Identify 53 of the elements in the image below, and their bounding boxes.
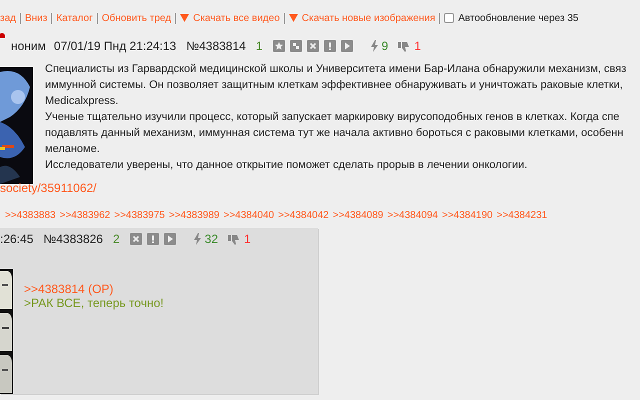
nav-link[interactable]: зад [0, 10, 16, 26]
like-count: 32 [204, 231, 218, 248]
nav-link[interactable]: Вниз [24, 10, 48, 26]
reply-link[interactable]: >>4384042 [278, 208, 329, 223]
reply-link[interactable]: >>4384094 [387, 208, 438, 223]
reply-link[interactable]: >>4383814 (OP) [24, 282, 164, 296]
triangle-down-icon [180, 14, 190, 22]
close-icon[interactable] [306, 40, 319, 52]
triangle-down-icon [288, 14, 298, 22]
dislike-count: 1 [244, 231, 251, 248]
post-number[interactable]: №4383826 [39, 230, 103, 248]
reply-link[interactable]: >>4383962 [60, 208, 110, 223]
thumbs-down-icon[interactable] [228, 234, 240, 244]
nav-link[interactable]: Скачать новые изображения [288, 10, 436, 26]
nav-link[interactable]: Скачать все видео [180, 10, 280, 26]
nav-link[interactable]: Каталог [56, 10, 93, 26]
post-date: 07/01/19 Пнд 21:24:13 [52, 38, 176, 55]
post-text-line: Специалисты из Гарвардской медицинской школы и Университета имени Бар-Илана обнаружили механизм, связ [45, 62, 626, 77]
dislike-count: 1 [414, 38, 421, 55]
post-text-line: Исследователи уверены, что данное открытие поможет сделать прорыв в лечении онкологии. [45, 158, 528, 173]
reply-link[interactable]: >>4383989 [168, 208, 220, 223]
lightning-icon[interactable] [370, 40, 378, 52]
post-link[interactable]: society/35911062/ [0, 181, 97, 195]
post-text-line: меланоме. [45, 142, 101, 157]
play-icon[interactable] [340, 40, 353, 52]
post-number[interactable]: №4383814 [182, 37, 246, 55]
lightning-icon[interactable] [194, 233, 201, 245]
post-index: 2 [112, 231, 120, 248]
reply-link[interactable]: >>4384040 [224, 208, 274, 223]
checkbox[interactable] [444, 13, 454, 23]
post-text-line: иммунной системы. Он позволяет защитным клеткам эффективнее обнаруживать и уничтожать раковые клетки, [45, 78, 624, 93]
checkbox-label: Автообновление через 35 [458, 12, 578, 26]
post-date: :26:45 [0, 231, 34, 248]
post-author: ноним [11, 38, 46, 55]
thumbs-down-icon[interactable] [398, 40, 410, 52]
post-text-line: Medicalxpress. [45, 94, 120, 109]
exclamation-icon[interactable] [146, 233, 159, 245]
squares-icon[interactable] [290, 40, 302, 52]
quote-text: >РАК ВСЕ, теперь точно! [24, 296, 164, 310]
close-icon[interactable] [130, 233, 142, 245]
reply-link[interactable]: >>4384190 [442, 208, 493, 223]
nav-link[interactable]: Обновить тред [102, 10, 172, 26]
exclamation-icon[interactable] [324, 40, 336, 52]
star-icon[interactable] [272, 40, 285, 52]
reply-link[interactable]: >>4384231 [496, 208, 548, 223]
post-index: 1 [254, 38, 263, 55]
reply-link[interactable]: >>4383975 [114, 208, 165, 223]
play-icon[interactable] [164, 233, 176, 245]
reply-link[interactable]: >>4384089 [332, 208, 384, 223]
reply-link[interactable]: >>4383883 [5, 208, 56, 223]
post-text-line: Ученые тщательно изучили процесс, который запускает маркировку вирусоподобных генов в клетках. Когда спе [45, 110, 620, 125]
post-text-line: подавлять данный механизм, иммунная система тут же начала активно бороться с раковыми клетками, особенн [45, 126, 624, 141]
like-count: 9 [382, 38, 388, 55]
